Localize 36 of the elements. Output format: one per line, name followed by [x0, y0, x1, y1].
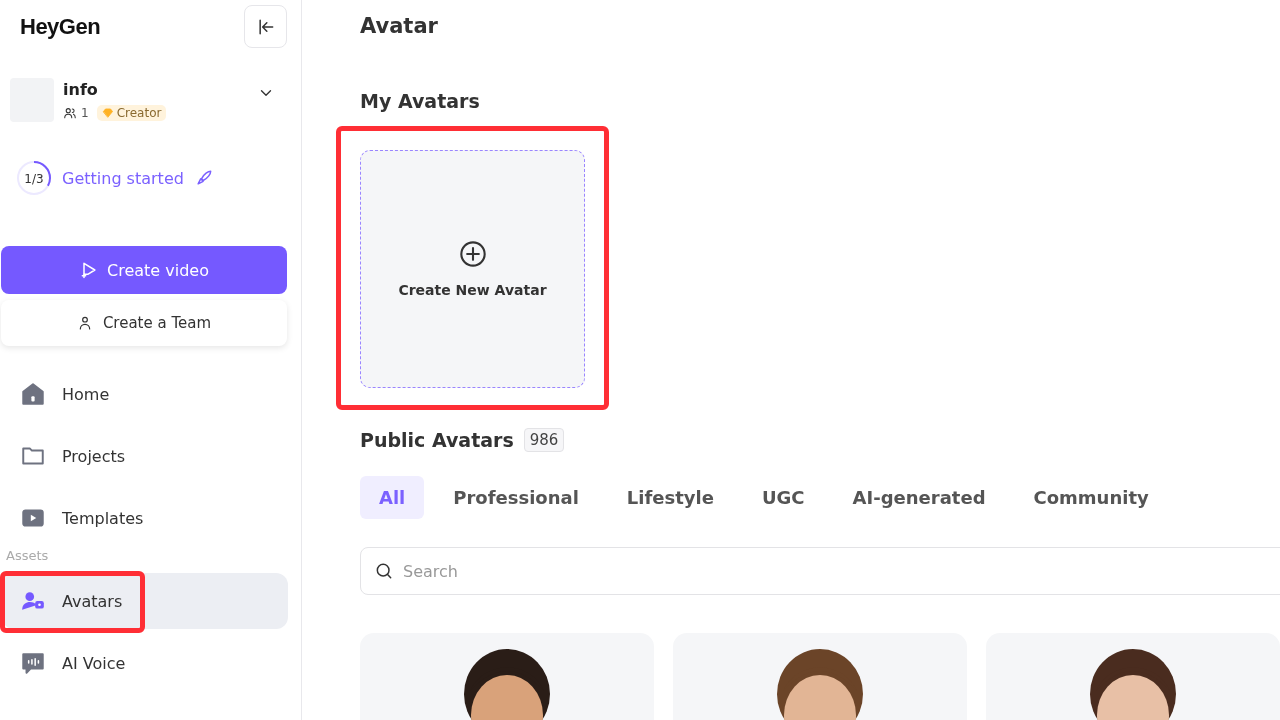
create-avatar-card[interactable]: Create New Avatar	[360, 150, 585, 388]
create-team-button[interactable]: Create a Team	[1, 300, 287, 346]
create-video-button[interactable]: Create video	[1, 246, 287, 294]
count-badge: 986	[523, 428, 565, 452]
members-icon	[63, 106, 77, 120]
filter-tab[interactable]: All	[360, 476, 425, 519]
search-icon	[374, 561, 394, 581]
nav-item[interactable]: Templates	[2, 490, 288, 546]
member-count: 1	[81, 106, 89, 120]
filter-tab[interactable]: AI-generated	[833, 476, 1005, 519]
filter-tab[interactable]: Professional	[434, 476, 598, 519]
nav-item[interactable]: AI Voice	[2, 635, 288, 691]
avatar-card[interactable]	[673, 633, 967, 720]
nav-item[interactable]: Avatars	[2, 573, 288, 629]
page-title: Avatar	[360, 14, 439, 38]
diamond-icon	[101, 107, 114, 119]
nav-item[interactable]: Projects	[2, 428, 288, 484]
section-heading: Public Avatars	[360, 429, 514, 451]
section-heading: My Avatars	[360, 90, 481, 112]
search-field[interactable]: Search	[360, 547, 1280, 595]
plan-badge: Creator	[96, 105, 167, 121]
account-name: info	[63, 80, 99, 99]
home-icon[interactable]	[20, 381, 46, 407]
filter-tab[interactable]: UGC	[742, 476, 824, 519]
progress-ring: 1/3	[16, 160, 52, 196]
avatar-card[interactable]	[986, 633, 1280, 720]
section-label: Assets	[5, 548, 50, 565]
nav-item[interactable]: Home	[2, 366, 288, 422]
avatar-card[interactable]	[360, 633, 654, 720]
logo: HeyGen	[20, 13, 101, 40]
collapse-button[interactable]	[244, 5, 287, 48]
plus-circle-icon[interactable]	[458, 240, 487, 268]
filter-tab[interactable]: Lifestyle	[607, 476, 733, 519]
getting-started-link[interactable]: Getting started	[62, 168, 184, 188]
filter-tab[interactable]: Community	[1014, 476, 1168, 519]
speech-icon[interactable]	[20, 650, 46, 676]
